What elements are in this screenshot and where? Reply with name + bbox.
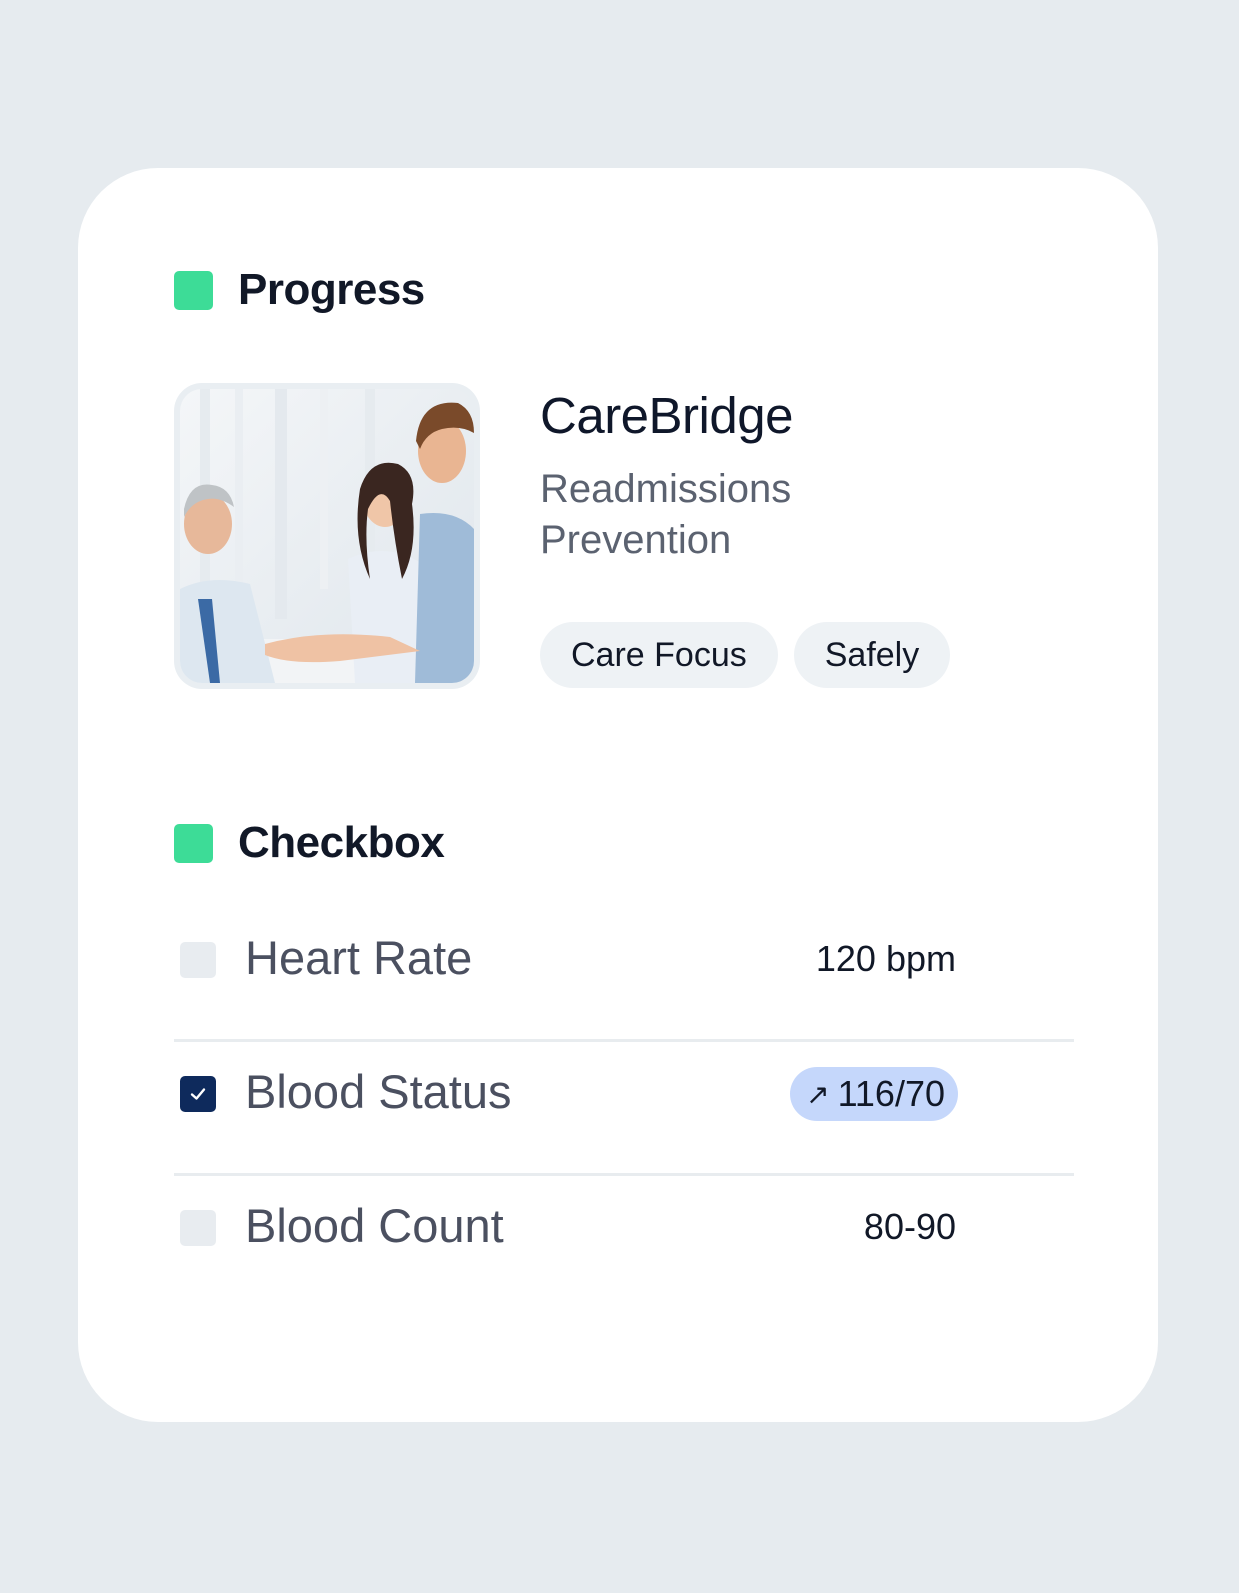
section-marker: [174, 270, 213, 310]
checkbox-row-blood-status[interactable]: Blood Status ↗ 116/70: [174, 1042, 1074, 1176]
checkmark-icon: [190, 1088, 206, 1100]
doctor-patient-image: [180, 389, 474, 683]
checkbox-list: Heart Rate 120 bpm Blood Status ↗ 116/70…: [174, 908, 1074, 1310]
checkbox-blood-count[interactable]: [180, 1210, 216, 1246]
row-label: Blood Count: [245, 1199, 504, 1252]
section-marker: [174, 823, 213, 863]
checkbox-section-header: Checkbox: [174, 818, 445, 868]
progress-section-title: Progress: [238, 265, 425, 314]
checkbox-row-heart-rate[interactable]: Heart Rate 120 bpm: [174, 908, 1074, 1042]
row-value: 120 bpm: [815, 938, 956, 979]
program-subtitle-line1: Readmissions: [540, 467, 792, 511]
row-label: Heart Rate: [245, 931, 473, 984]
checkbox-section-title: Checkbox: [238, 818, 445, 867]
row-value: 80-90: [863, 1206, 956, 1247]
progress-section-header: Progress: [174, 265, 425, 315]
program-photo: [174, 383, 480, 689]
checkbox-heart-rate[interactable]: [180, 942, 216, 978]
tag-safely[interactable]: Safely: [793, 622, 951, 688]
checkbox-blood-status[interactable]: [180, 1076, 216, 1112]
checkbox-row-blood-count[interactable]: Blood Count 80-90: [174, 1176, 1074, 1310]
program-subtitle: Readmissions Prevention: [540, 464, 900, 566]
status-badge: ↗ 116/70: [790, 1067, 958, 1121]
progress-card: Progress CareBridge Readmissions Prevent…: [78, 168, 1158, 1422]
program-title: CareBridge: [540, 387, 793, 444]
tag-list: Care Focus Safely: [540, 622, 951, 688]
row-label: Blood Status: [245, 1065, 512, 1118]
tag-care-focus[interactable]: Care Focus: [540, 622, 778, 688]
arrow-up-right-icon: ↗: [806, 1078, 830, 1110]
row-value: 116/70: [837, 1073, 945, 1114]
program-subtitle-line2: Prevention: [540, 518, 732, 562]
